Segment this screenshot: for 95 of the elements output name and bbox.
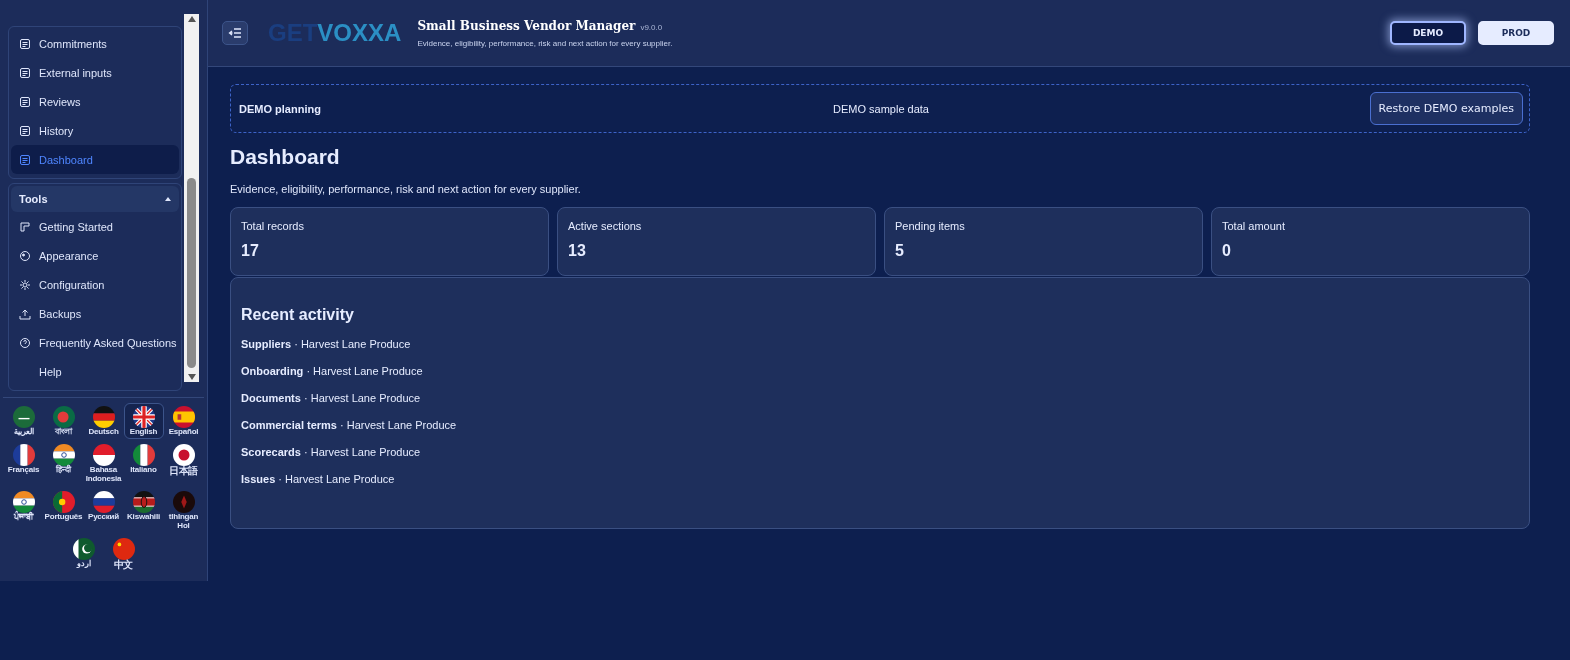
language-option[interactable]: Français — [3, 441, 44, 487]
language-option[interactable]: Español — [163, 403, 204, 440]
stat-label: Total amount — [1222, 220, 1286, 232]
language-option[interactable]: ਪੰਜਾਬੀ — [3, 488, 44, 533]
activity-item: Documents · Harvest Lane Produce — [241, 392, 421, 404]
nav-item-label: Commitments — [39, 37, 107, 50]
stat-value: 5 — [895, 242, 905, 260]
flag-icon — [12, 406, 35, 428]
activity-item: Suppliers · Harvest Lane Produce — [241, 338, 411, 350]
banner-note: DEMO sample data — [833, 102, 929, 115]
language-option[interactable]: Deutsch — [83, 403, 124, 440]
nav-item-label: Help — [39, 365, 62, 378]
nav-item[interactable]: Help — [11, 357, 179, 386]
language-option[interactable]: العربية — [3, 403, 44, 440]
flag-icon — [92, 444, 115, 467]
sidebar-toggle-button[interactable] — [222, 21, 248, 45]
activity-title: Recent activity — [241, 306, 355, 324]
flag-icon — [172, 491, 195, 514]
nav-item-label: Frequently Asked Questions — [39, 336, 177, 349]
language-option[interactable]: tlhIngan Hol — [163, 488, 204, 533]
settings-icon — [19, 278, 31, 291]
scroll-up-icon[interactable] — [187, 16, 196, 22]
nav-item-label: Getting Started — [39, 220, 113, 233]
language-option[interactable]: বাংলা — [43, 403, 84, 440]
flag-icon — [132, 491, 155, 514]
nav-item[interactable]: Appearance — [11, 241, 179, 270]
stat-label: Pending items — [895, 220, 966, 232]
nav-item[interactable]: History — [11, 116, 179, 145]
flag-icon — [12, 444, 35, 467]
nav-item[interactable]: Commitments — [11, 29, 179, 58]
language-option[interactable]: 日本語 — [163, 441, 204, 487]
flag-icon — [172, 444, 195, 467]
flag-icon — [52, 406, 75, 428]
app-title: Small Business Vendor Manager — [417, 18, 636, 33]
activity-item: Onboarding · Harvest Lane Produce — [241, 365, 423, 377]
stat-value: 13 — [568, 242, 587, 260]
language-option[interactable]: Русский — [83, 488, 124, 533]
collapse-menu-icon — [228, 27, 242, 39]
stat-label: Active sections — [568, 220, 643, 232]
section-title: Tools — [19, 193, 48, 205]
language-option[interactable]: हिन्दी — [43, 441, 84, 487]
page-title: Dashboard — [230, 145, 341, 169]
flag-icon — [92, 406, 115, 428]
nav-item-label: Appearance — [39, 249, 99, 262]
nav-item[interactable]: Configuration — [11, 270, 179, 299]
document-icon — [19, 153, 31, 166]
language-option[interactable]: Português — [43, 488, 84, 533]
flag-icon — [112, 537, 135, 560]
language-option[interactable]: Bahasa Indonesia — [83, 441, 124, 487]
mode-toggle-button[interactable]: PROD — [1478, 21, 1554, 45]
language-option[interactable]: اردو — [63, 534, 104, 574]
banner-title: DEMO planning — [239, 102, 322, 115]
stat-value: 0 — [1222, 242, 1232, 260]
language-option[interactable]: 中文 — [103, 534, 144, 574]
nav-item[interactable]: Backups — [11, 299, 179, 328]
document-icon — [19, 95, 31, 108]
stat-label: Total records — [241, 220, 305, 232]
stat-value: 17 — [241, 242, 260, 260]
activity-item: Issues · Harvest Lane Produce — [241, 473, 395, 485]
nav-item[interactable]: External inputs — [11, 58, 179, 87]
activity-item: Scorecards · Harvest Lane Produce — [241, 446, 421, 458]
app-subtitle: Evidence, eligibility, performance, risk and next action for every supplier. — [417, 38, 673, 48]
nav-item[interactable]: Dashboard — [11, 145, 179, 174]
nav-item[interactable]: Frequently Asked Questions — [11, 328, 179, 357]
flag-icon — [72, 537, 95, 560]
flag-icon — [52, 491, 75, 514]
help-icon — [19, 336, 31, 349]
nav-item-label: Configuration — [39, 278, 105, 291]
language-option[interactable]: English — [123, 403, 164, 440]
nav-item-label: Backups — [39, 307, 82, 320]
restore-button[interactable]: Restore DEMO examples — [1369, 92, 1523, 125]
mode-toggle-button[interactable]: DEMO — [1390, 21, 1466, 45]
nav-item-label: External inputs — [39, 66, 112, 79]
flag-icon — [132, 406, 155, 428]
nav-item-label: History — [39, 124, 74, 137]
nav-item-label: Reviews — [39, 95, 81, 108]
nav-item-label: Dashboard — [39, 153, 93, 166]
language-option[interactable]: Kiswahili — [123, 488, 164, 533]
document-icon — [19, 37, 31, 50]
page-subtitle: Evidence, eligibility, performance, risk and next action for every supplier. — [230, 183, 582, 195]
scrollbar[interactable] — [184, 14, 199, 382]
section-header[interactable]: Tools — [11, 186, 179, 212]
nav-item[interactable]: Reviews — [11, 87, 179, 116]
flag-icon — [172, 406, 195, 428]
upload-icon — [19, 307, 31, 320]
document-icon — [19, 124, 31, 137]
scroll-down-icon[interactable] — [187, 374, 196, 380]
flag-icon — [92, 491, 115, 514]
nav-item[interactable]: Getting Started — [11, 212, 179, 241]
language-option[interactable]: Italiano — [123, 441, 164, 487]
flag-icon — [132, 444, 155, 467]
version-label: v9.0.0 — [640, 22, 663, 32]
document-icon — [19, 66, 31, 79]
scrollbar-thumb[interactable] — [187, 178, 196, 368]
activity-item: Commercial terms · Harvest Lane Produce — [241, 419, 457, 431]
